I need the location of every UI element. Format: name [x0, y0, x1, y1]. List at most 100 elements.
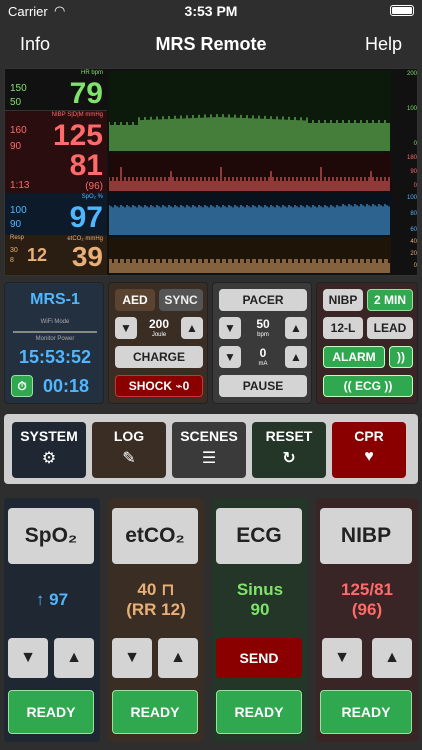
co2-scale: 40 20 0 [395, 239, 417, 269]
log-button[interactable]: LOG ✎ [92, 422, 166, 478]
system-button[interactable]: SYSTEM ⚙ [12, 422, 86, 478]
status-bar: Carrier ◠ 3:53 PM [0, 0, 422, 22]
etco2-card-value: 40 ⊓ [137, 580, 175, 599]
pacer-rate-unit: bpm [257, 332, 269, 338]
pleth-waveform [109, 193, 391, 235]
up-arrow-icon: ▲ [384, 649, 400, 666]
hr-scale-min: 0 [413, 141, 417, 147]
spo2-card: SpO₂ ↑ 97 ▼ ▲ READY [4, 498, 100, 742]
bp-waveform [109, 153, 391, 191]
up-arrow-icon: ▲ [170, 649, 186, 666]
gear-icon: ⚙ [41, 450, 57, 467]
hr-low-limit: 50 [10, 97, 22, 108]
spo2-scale: 100 80 60 [395, 195, 417, 233]
down-arrow-icon: ▼ [334, 649, 350, 666]
nibp-scale-max: 180 [406, 155, 417, 161]
up-arrow-icon: ▲ [290, 350, 302, 364]
cpr-button[interactable]: CPR ♥ [332, 422, 406, 478]
hr-vital: HR bpm 150 50 79 [5, 69, 107, 111]
sync-button[interactable]: SYNC [159, 289, 203, 311]
current-up-button[interactable]: ▲ [285, 346, 307, 368]
sound-right-icon: )) [381, 379, 393, 393]
pacer-button[interactable]: PACER [219, 289, 307, 311]
nibp-up-button[interactable]: ▲ [372, 638, 412, 678]
ecg-card: ECG Sinus 90 SEND READY [212, 498, 308, 742]
stack-icon: ☰ [201, 450, 217, 467]
etco2-down-button[interactable]: ▼ [112, 638, 152, 678]
up-arrow-icon: ▲ [290, 321, 302, 335]
page-title: MRS Remote [155, 34, 267, 54]
pacer-current-unit: mA [258, 361, 268, 367]
nibp-diastolic: 81 [69, 149, 103, 182]
shock-button[interactable]: SHOCK ⌁0 [115, 375, 203, 397]
battery-icon [390, 5, 414, 16]
resp-high-limit: 30 [10, 247, 18, 254]
nibp-interval-button[interactable]: 2 MIN [367, 289, 413, 311]
actions-bar: SYSTEM ⚙ LOG ✎ SCENES ☰ RESET ↻ CPR ♥ [4, 414, 418, 484]
nibp-control-panel: NIBP 2 MIN 12-L LEAD ALARM )) (( ECG )) [316, 282, 418, 404]
12-lead-button[interactable]: 12-L [323, 317, 363, 339]
ecg-card-rate: 90 [250, 600, 270, 619]
lead-button[interactable]: LEAD [367, 317, 413, 339]
help-button[interactable]: Help [365, 34, 402, 55]
edit-icon: ✎ [122, 450, 136, 467]
system-label: SYSTEM [20, 428, 78, 444]
ecg-ready-button[interactable]: READY [216, 690, 302, 734]
ecg-card-rhythm: Sinus [236, 580, 284, 599]
nibp-button[interactable]: NIBP [323, 289, 363, 311]
nibp-scale: 180 90 0 [395, 155, 417, 189]
energy-unit: Joule [151, 332, 167, 338]
etco2-value: 39 [71, 241, 103, 272]
ecg-card-title[interactable]: ECG [216, 508, 302, 564]
energy-down-button[interactable]: ▼ [115, 317, 137, 339]
timer-icon[interactable]: ⏱ [11, 375, 33, 397]
alarm-sound-icon[interactable]: )) [389, 346, 413, 368]
spo2-scale-max: 100 [406, 195, 417, 201]
co2-scale-max: 40 [410, 239, 417, 245]
pacer-rate-value: 50 [256, 317, 270, 331]
spo2-scale-mid: 80 [410, 211, 417, 217]
down-arrow-icon: ▼ [224, 350, 236, 364]
current-down-button[interactable]: ▼ [219, 346, 241, 368]
down-arrow-icon: ▼ [20, 649, 36, 666]
down-arrow-icon: ▼ [120, 321, 132, 335]
spo2-down-button[interactable]: ▼ [8, 638, 48, 678]
rate-up-button[interactable]: ▲ [285, 317, 307, 339]
sound-left-icon: (( [343, 379, 355, 393]
ecg-sound-label: ECG [354, 379, 381, 393]
nibp-scale-min: 0 [413, 183, 417, 189]
spo2-card-title[interactable]: SpO₂ [8, 508, 94, 564]
nibp-card-title[interactable]: NIBP [320, 508, 412, 564]
scenes-button[interactable]: SCENES ☰ [172, 422, 246, 478]
rate-down-button[interactable]: ▼ [219, 317, 241, 339]
aed-button[interactable]: AED [115, 289, 155, 311]
nibp-time: 1:13 [10, 180, 30, 191]
nibp-scale-mid: 90 [410, 169, 417, 175]
spo2-up-button[interactable]: ▲ [54, 638, 94, 678]
co2-scale-min: 0 [413, 263, 417, 269]
etco2-up-button[interactable]: ▲ [158, 638, 198, 678]
nibp-label: NIBP S|D|M mmHg [51, 112, 103, 118]
energy-up-button[interactable]: ▲ [181, 317, 203, 339]
nibp-ready-button[interactable]: READY [320, 690, 412, 734]
nibp-mean: (96) [85, 181, 103, 192]
energy-value: 200 [148, 317, 170, 331]
pause-button[interactable]: PAUSE [219, 375, 307, 397]
reset-icon: ↻ [282, 450, 296, 467]
spo2-ready-button[interactable]: READY [8, 690, 94, 734]
spo2-high-limit: 100 [10, 205, 27, 216]
reset-button[interactable]: RESET ↻ [252, 422, 326, 478]
alarm-button[interactable]: ALARM [323, 346, 385, 368]
co2-scale-mid: 20 [410, 251, 417, 257]
ecg-sound-button[interactable]: (( ECG )) [323, 375, 413, 397]
charge-button[interactable]: CHARGE [115, 346, 203, 368]
etco2-ready-button[interactable]: READY [112, 690, 198, 734]
etco2-card-title[interactable]: etCO₂ [112, 508, 198, 564]
heart-icon: ♥ [364, 448, 374, 465]
ecg-send-button[interactable]: SEND [216, 638, 302, 678]
hr-scale: 200 100 0 [395, 71, 417, 147]
nibp-down-button[interactable]: ▼ [322, 638, 362, 678]
spo2-value: 97 [69, 201, 103, 234]
hr-scale-max: 200 [406, 71, 417, 77]
spo2-scale-min: 60 [410, 227, 417, 233]
